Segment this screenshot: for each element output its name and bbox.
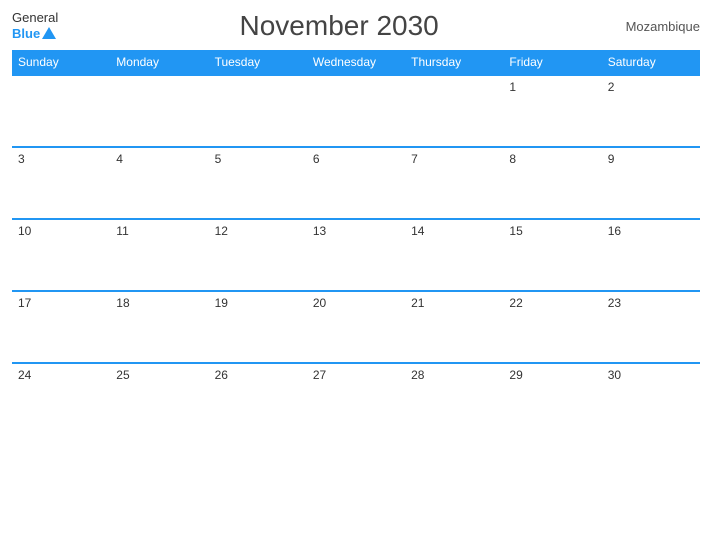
calendar-header-row: SundayMondayTuesdayWednesdayThursdayFrid… xyxy=(12,50,700,75)
day-number: 13 xyxy=(313,224,326,238)
calendar-day: 29 xyxy=(503,363,601,435)
calendar-week-row: 3 4 5 6 7 8 9 xyxy=(12,147,700,219)
weekday-header-saturday: Saturday xyxy=(602,50,700,75)
weekday-header-sunday: Sunday xyxy=(12,50,110,75)
calendar-day: 26 xyxy=(209,363,307,435)
calendar-day: 21 xyxy=(405,291,503,363)
calendar-day xyxy=(405,75,503,147)
day-number: 10 xyxy=(18,224,31,238)
logo-blue-text: Blue xyxy=(12,26,56,41)
calendar-body: 1234567891011121314151617181920212223242… xyxy=(12,75,700,435)
day-number: 7 xyxy=(411,152,418,166)
calendar-day: 16 xyxy=(602,219,700,291)
day-number: 2 xyxy=(608,80,615,94)
day-number: 26 xyxy=(215,368,228,382)
calendar-day-empty xyxy=(12,75,110,147)
day-number: 27 xyxy=(313,368,326,382)
calendar-day: 4 xyxy=(110,147,208,219)
logo-triangle-icon xyxy=(42,27,56,39)
calendar-day: 10 xyxy=(12,219,110,291)
calendar-day: 30 xyxy=(602,363,700,435)
weekday-header-wednesday: Wednesday xyxy=(307,50,405,75)
day-number: 8 xyxy=(509,152,516,166)
day-number: 17 xyxy=(18,296,31,310)
day-number: 29 xyxy=(509,368,522,382)
day-number: 18 xyxy=(116,296,129,310)
day-number: 9 xyxy=(608,152,615,166)
calendar-day: 19 xyxy=(209,291,307,363)
calendar-day: 13 xyxy=(307,219,405,291)
calendar-day: 2 xyxy=(602,75,700,147)
calendar-day: 15 xyxy=(503,219,601,291)
calendar-week-row: 24 25 26 27 28 29 30 xyxy=(12,363,700,435)
weekday-header-friday: Friday xyxy=(503,50,601,75)
day-number: 25 xyxy=(116,368,129,382)
calendar-day: 6 xyxy=(307,147,405,219)
day-number: 15 xyxy=(509,224,522,238)
calendar-day: 20 xyxy=(307,291,405,363)
day-number: 3 xyxy=(18,152,25,166)
day-number: 23 xyxy=(608,296,621,310)
calendar-day xyxy=(307,75,405,147)
day-number: 5 xyxy=(215,152,222,166)
day-number: 11 xyxy=(116,224,128,238)
day-number: 14 xyxy=(411,224,424,238)
day-number: 21 xyxy=(411,296,424,310)
day-number: 20 xyxy=(313,296,326,310)
calendar-day: 18 xyxy=(110,291,208,363)
day-number: 30 xyxy=(608,368,621,382)
calendar-week-row: 12 xyxy=(12,75,700,147)
calendar-table: SundayMondayTuesdayWednesdayThursdayFrid… xyxy=(12,50,700,435)
day-number: 24 xyxy=(18,368,31,382)
day-number: 19 xyxy=(215,296,228,310)
calendar-day: 14 xyxy=(405,219,503,291)
calendar-day: 7 xyxy=(405,147,503,219)
calendar-day: 22 xyxy=(503,291,601,363)
calendar-day xyxy=(110,75,208,147)
day-number: 1 xyxy=(509,80,516,94)
calendar-day: 27 xyxy=(307,363,405,435)
calendar-day: 1 xyxy=(503,75,601,147)
day-number: 28 xyxy=(411,368,424,382)
day-number: 22 xyxy=(509,296,522,310)
logo: General Blue xyxy=(12,11,58,40)
calendar-day: 9 xyxy=(602,147,700,219)
logo-general-text: General xyxy=(12,11,58,25)
calendar-header: General Blue November 2030 Mozambique xyxy=(12,10,700,42)
month-title: November 2030 xyxy=(58,10,620,42)
calendar-week-row: 17 18 19 20 21 22 23 xyxy=(12,291,700,363)
calendar-day: 24 xyxy=(12,363,110,435)
calendar-day: 11 xyxy=(110,219,208,291)
weekday-header-monday: Monday xyxy=(110,50,208,75)
day-number: 6 xyxy=(313,152,320,166)
calendar-week-row: 10 11 12 13 14 15 16 xyxy=(12,219,700,291)
calendar-day: 25 xyxy=(110,363,208,435)
calendar-day: 3 xyxy=(12,147,110,219)
day-number: 16 xyxy=(608,224,621,238)
calendar-day: 8 xyxy=(503,147,601,219)
country-label: Mozambique xyxy=(620,19,700,34)
calendar-day: 17 xyxy=(12,291,110,363)
calendar-day: 28 xyxy=(405,363,503,435)
day-number: 12 xyxy=(215,224,228,238)
calendar-day: 12 xyxy=(209,219,307,291)
day-number: 4 xyxy=(116,152,123,166)
weekday-header-thursday: Thursday xyxy=(405,50,503,75)
weekday-header-tuesday: Tuesday xyxy=(209,50,307,75)
calendar-day: 23 xyxy=(602,291,700,363)
calendar-day xyxy=(209,75,307,147)
calendar-container: General Blue November 2030 Mozambique Su… xyxy=(0,0,712,550)
calendar-day: 5 xyxy=(209,147,307,219)
